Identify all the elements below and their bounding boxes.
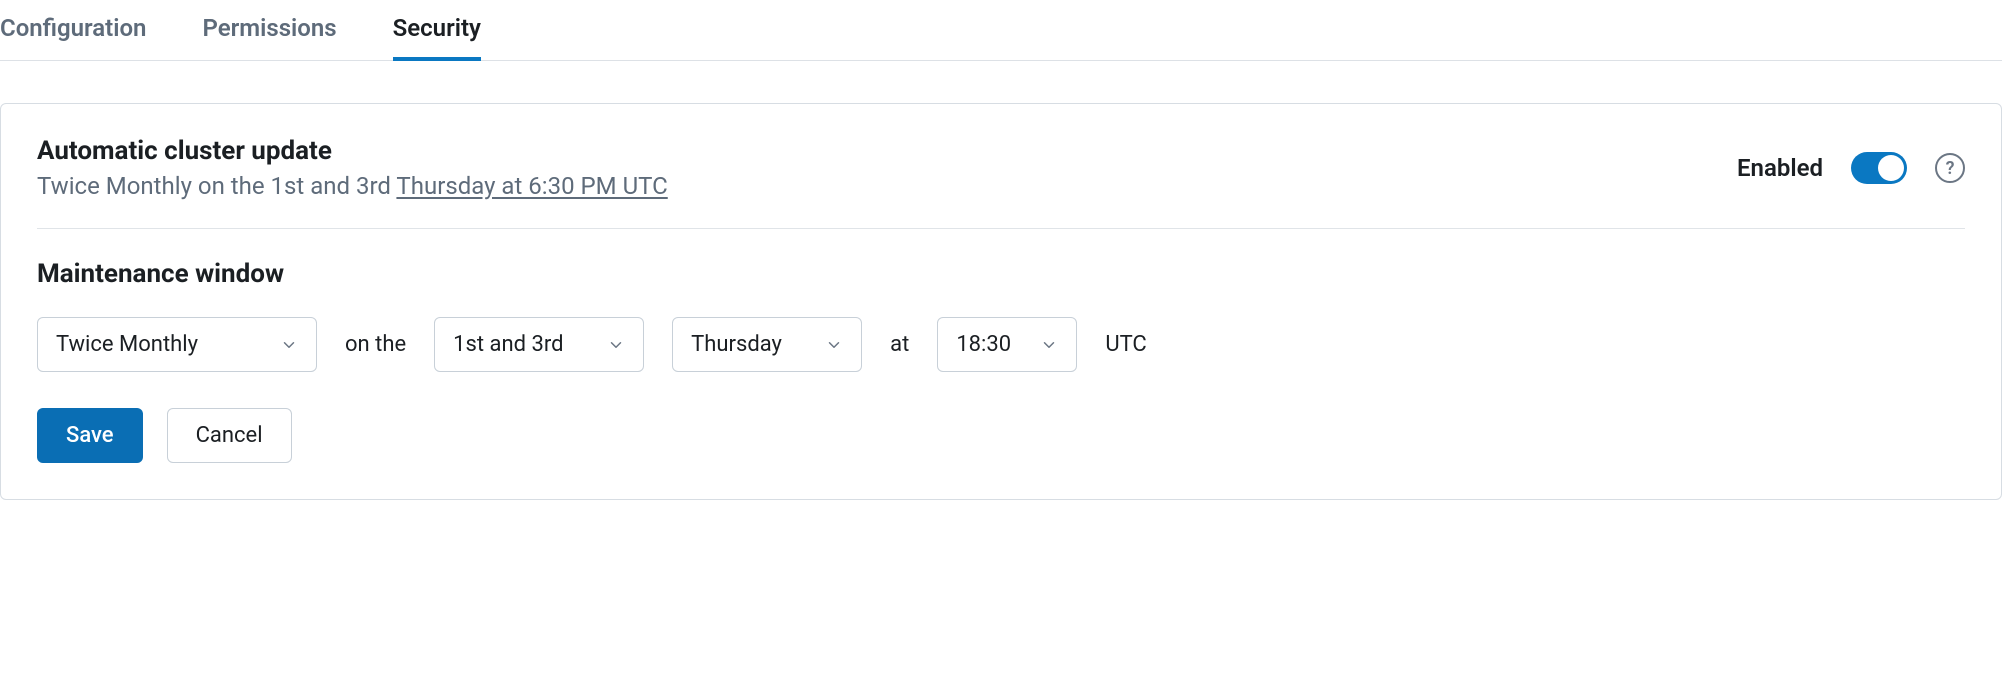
day-value: Thursday xyxy=(691,332,782,357)
tab-configuration[interactable]: Configuration xyxy=(0,0,146,60)
tab-bar: Configuration Permissions Security xyxy=(0,0,2002,61)
security-panel: Automatic cluster update Twice Monthly o… xyxy=(0,103,2002,500)
toggle-knob xyxy=(1878,155,1904,181)
help-icon[interactable]: ? xyxy=(1935,153,1965,183)
chevron-down-icon xyxy=(825,336,843,354)
time-value: 18:30 xyxy=(956,332,1011,357)
panel-header-right: Enabled ? xyxy=(1737,152,1965,184)
frequency-value: Twice Monthly xyxy=(56,332,198,357)
time-select[interactable]: 18:30 xyxy=(937,317,1077,372)
frequency-select[interactable]: Twice Monthly xyxy=(37,317,317,372)
maintenance-selects: Twice Monthly on the 1st and 3rd Thursda… xyxy=(37,317,1965,372)
chevron-down-icon xyxy=(607,336,625,354)
enabled-toggle[interactable] xyxy=(1851,152,1907,184)
timezone-label: UTC xyxy=(1105,332,1146,357)
tab-security[interactable]: Security xyxy=(393,0,481,60)
chevron-down-icon xyxy=(1040,336,1058,354)
tab-permissions[interactable]: Permissions xyxy=(202,0,336,60)
panel-header: Automatic cluster update Twice Monthly o… xyxy=(37,136,1965,229)
maintenance-title: Maintenance window xyxy=(37,259,1965,289)
panel-title: Automatic cluster update xyxy=(37,136,668,166)
panel-subtitle-prefix: Twice Monthly on the 1st and 3rd xyxy=(37,172,396,200)
word-on-the: on the xyxy=(345,332,406,357)
cancel-button[interactable]: Cancel xyxy=(167,408,292,463)
actions-row: Save Cancel xyxy=(37,408,1965,463)
ordinal-value: 1st and 3rd xyxy=(453,332,563,357)
panel-header-left: Automatic cluster update Twice Monthly o… xyxy=(37,136,668,200)
panel-subtitle-link[interactable]: Thursday at 6:30 PM UTC xyxy=(396,172,667,200)
chevron-down-icon xyxy=(280,336,298,354)
maintenance-section: Maintenance window Twice Monthly on the … xyxy=(37,229,1965,463)
ordinal-select[interactable]: 1st and 3rd xyxy=(434,317,644,372)
save-button[interactable]: Save xyxy=(37,408,143,463)
day-select[interactable]: Thursday xyxy=(672,317,862,372)
toggle-label: Enabled xyxy=(1737,154,1823,182)
panel-subtitle: Twice Monthly on the 1st and 3rd Thursda… xyxy=(37,172,668,200)
word-at: at xyxy=(890,332,909,357)
